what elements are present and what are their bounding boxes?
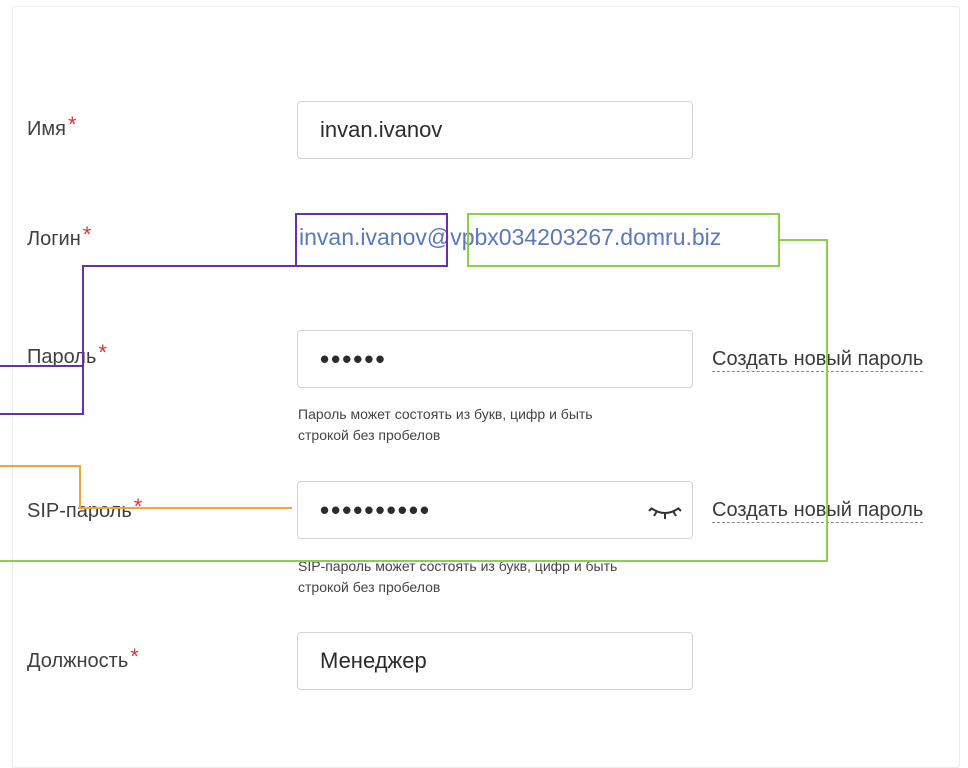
password-field[interactable] [297,330,693,388]
name-label: Имя* [27,112,77,144]
generate-sip-password-link[interactable]: Создать новый пароль [712,498,924,523]
position-label-text: Должность [27,650,129,672]
login-value: invan.ivanov@vpbx034203267.domru.biz [299,224,722,250]
required-mark: * [133,494,143,519]
password-hint-line: Пароль может состоять из букв, цифр и бы… [298,406,593,422]
name-label-text: Имя [27,118,66,140]
password-input[interactable] [298,331,692,387]
sip-password-label: SIP-пароль* [27,494,142,526]
password-hint-line: строкой без пробелов [298,427,441,443]
sip-password-field[interactable] [297,481,693,539]
password-label-text: Пароль [27,346,97,368]
generate-password-link[interactable]: Создать новый пароль [712,347,924,372]
required-mark: * [98,340,107,365]
name-input[interactable] [298,102,692,158]
password-label: Пароль* [27,340,107,372]
sip-password-hint-line: SIP-пароль может состоять из букв, цифр … [298,558,618,574]
sip-password-label-text: SIP-пароль [27,500,132,522]
login-label-text: Логин [27,228,81,250]
position-input[interactable] [298,633,692,689]
required-mark: * [82,222,92,247]
position-field[interactable] [297,632,693,690]
login-label: Логин* [27,222,91,254]
required-mark: * [130,644,139,669]
name-field[interactable] [297,101,693,159]
sip-password-hint: SIP-пароль может состоять из букв, цифр … [298,556,617,598]
position-label: Должность* [27,644,139,676]
password-hint: Пароль может состоять из букв, цифр и бы… [298,404,593,446]
sip-password-input[interactable] [298,482,692,538]
eye-closed-icon[interactable] [648,500,682,522]
required-mark: * [67,112,77,137]
sip-password-hint-line: строкой без пробелов [298,579,441,595]
